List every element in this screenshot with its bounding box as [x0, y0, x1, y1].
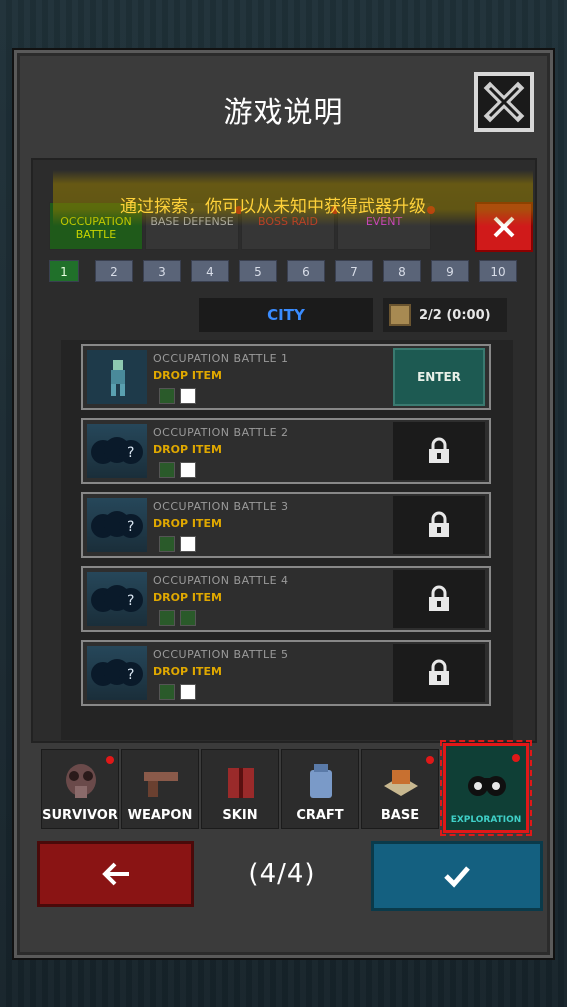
- tab-skin[interactable]: SKIN: [201, 749, 279, 829]
- tab-label: WEAPON: [127, 808, 193, 823]
- svg-text:?: ?: [127, 667, 134, 683]
- back-button[interactable]: [37, 841, 194, 907]
- drop-label: DROP ITEM: [153, 665, 222, 678]
- page-button[interactable]: 7: [335, 260, 373, 282]
- pistol-icon: [144, 772, 178, 797]
- location-label: CITY: [199, 298, 373, 332]
- locked-button[interactable]: [393, 422, 485, 480]
- tab-weapon[interactable]: WEAPON: [121, 749, 199, 829]
- battle-title: OCCUPATION BATTLE 3: [153, 500, 289, 513]
- battle-row: ? OCCUPATION BATTLE 2 DROP ITEM: [81, 418, 491, 484]
- locked-enemy-thumbnail: ?: [87, 498, 147, 552]
- notification-badge: [106, 756, 114, 764]
- drop-label: DROP ITEM: [153, 591, 222, 604]
- tab-label: SURVIVOR: [42, 808, 118, 823]
- drop-item-icon: [159, 610, 175, 626]
- tab-exploration[interactable]: EXPLORATION: [440, 740, 532, 836]
- entry-count-text: 2/2 (0:00): [419, 307, 491, 323]
- lock-icon: [429, 511, 449, 537]
- drop-items: [159, 462, 196, 478]
- confirm-button[interactable]: [371, 841, 543, 911]
- survivor-thumbnail: [87, 350, 147, 404]
- drop-label: DROP ITEM: [153, 443, 222, 456]
- binoculars-icon: [468, 776, 506, 796]
- drop-items: [159, 610, 196, 626]
- battle-title: OCCUPATION BATTLE 5: [153, 648, 289, 661]
- drop-items: [159, 388, 196, 404]
- locked-enemy-thumbnail: ?: [87, 646, 147, 700]
- drop-items: [159, 536, 196, 552]
- drop-label: DROP ITEM: [153, 369, 222, 382]
- arrow-left-icon: [101, 862, 129, 886]
- page-button[interactable]: 9: [431, 260, 469, 282]
- backpack-icon: [310, 764, 332, 798]
- page-button[interactable]: 6: [287, 260, 325, 282]
- drop-item-icon: [180, 388, 196, 404]
- svg-text:?: ?: [127, 519, 134, 535]
- house-icon: [384, 770, 418, 796]
- battle-row: OCCUPATION BATTLE 1 DROP ITEM ENTER: [81, 344, 491, 410]
- lock-icon: [429, 659, 449, 685]
- page-button[interactable]: 1: [49, 260, 79, 282]
- dialog-title: 游戏说明: [223, 95, 344, 129]
- battle-row: ? OCCUPATION BATTLE 3 DROP ITEM: [81, 492, 491, 558]
- locked-button[interactable]: [393, 496, 485, 554]
- drop-item-icon: [180, 610, 196, 626]
- tooltip-text: 通过探索，你可以从未知中获得武器升级: [120, 197, 426, 217]
- map-icon: [389, 304, 411, 326]
- locked-button[interactable]: [393, 570, 485, 628]
- battle-title: OCCUPATION BATTLE 2: [153, 426, 289, 439]
- tab-label: EXPLORATION: [450, 815, 522, 825]
- tooltip-banner: 通过探索，你可以从未知中获得武器升级: [53, 170, 533, 226]
- svg-text:?: ?: [127, 593, 134, 609]
- tab-base[interactable]: BASE: [361, 749, 439, 829]
- notification-badge: [512, 754, 520, 762]
- locked-enemy-thumbnail: ?: [87, 572, 147, 626]
- locked-enemy-thumbnail: ?: [87, 424, 147, 478]
- drop-items: [159, 684, 196, 700]
- tutorial-screenshot: 通过探索，你可以从未知中获得武器升级 OCCUPATION BATTLE BAS…: [31, 158, 537, 743]
- tab-label: SKIN: [222, 808, 258, 823]
- lock-icon: [429, 437, 449, 463]
- jacket-icon: [228, 768, 254, 798]
- battle-list: OCCUPATION BATTLE 1 DROP ITEM ENTER ? OC…: [61, 340, 513, 740]
- page-button[interactable]: 2: [95, 260, 133, 282]
- page-button[interactable]: 10: [479, 260, 517, 282]
- drop-item-icon: [180, 462, 196, 478]
- page-button[interactable]: 3: [143, 260, 181, 282]
- battle-title: OCCUPATION BATTLE 4: [153, 574, 289, 587]
- drop-item-icon: [180, 536, 196, 552]
- lock-icon: [429, 585, 449, 611]
- drop-item-icon: [159, 462, 175, 478]
- tab-craft[interactable]: CRAFT: [281, 749, 359, 829]
- bottom-tab-bar: SURVIVOR WEAPON SKIN CRAFT BASE EXPLORAT…: [41, 740, 532, 836]
- battle-row: ? OCCUPATION BATTLE 5 DROP ITEM: [81, 640, 491, 706]
- page-selector: 1 2 3 4 5 6 7 8 9 10: [39, 260, 533, 286]
- battle-row: ? OCCUPATION BATTLE 4 DROP ITEM: [81, 566, 491, 632]
- tab-label: BASE: [380, 808, 420, 823]
- tab-label: CRAFT: [296, 808, 344, 823]
- gas-mask-icon: [66, 764, 96, 798]
- help-dialog: 游戏说明 通过探索，你可以从未知中获得武器升级 OCCUPATION BATTL…: [14, 50, 553, 958]
- page-button[interactable]: 4: [191, 260, 229, 282]
- drop-item-icon: [159, 388, 175, 404]
- svg-text:?: ?: [127, 445, 134, 461]
- notification-badge: [426, 756, 434, 764]
- drop-label: DROP ITEM: [153, 517, 222, 530]
- close-button[interactable]: [474, 72, 534, 132]
- tab-survivor[interactable]: SURVIVOR: [41, 749, 119, 829]
- page-button[interactable]: 8: [383, 260, 421, 282]
- drop-item-icon: [180, 684, 196, 700]
- battle-title: OCCUPATION BATTLE 1: [153, 352, 289, 365]
- drop-item-icon: [159, 536, 175, 552]
- close-icon: [482, 80, 526, 124]
- page-indicator: (4/4): [248, 859, 316, 889]
- entry-counter: 2/2 (0:00): [383, 298, 507, 332]
- drop-item-icon: [159, 684, 175, 700]
- locked-button[interactable]: [393, 644, 485, 702]
- page-button[interactable]: 5: [239, 260, 277, 282]
- enter-button[interactable]: ENTER: [393, 348, 485, 406]
- checkmark-icon: [444, 866, 470, 888]
